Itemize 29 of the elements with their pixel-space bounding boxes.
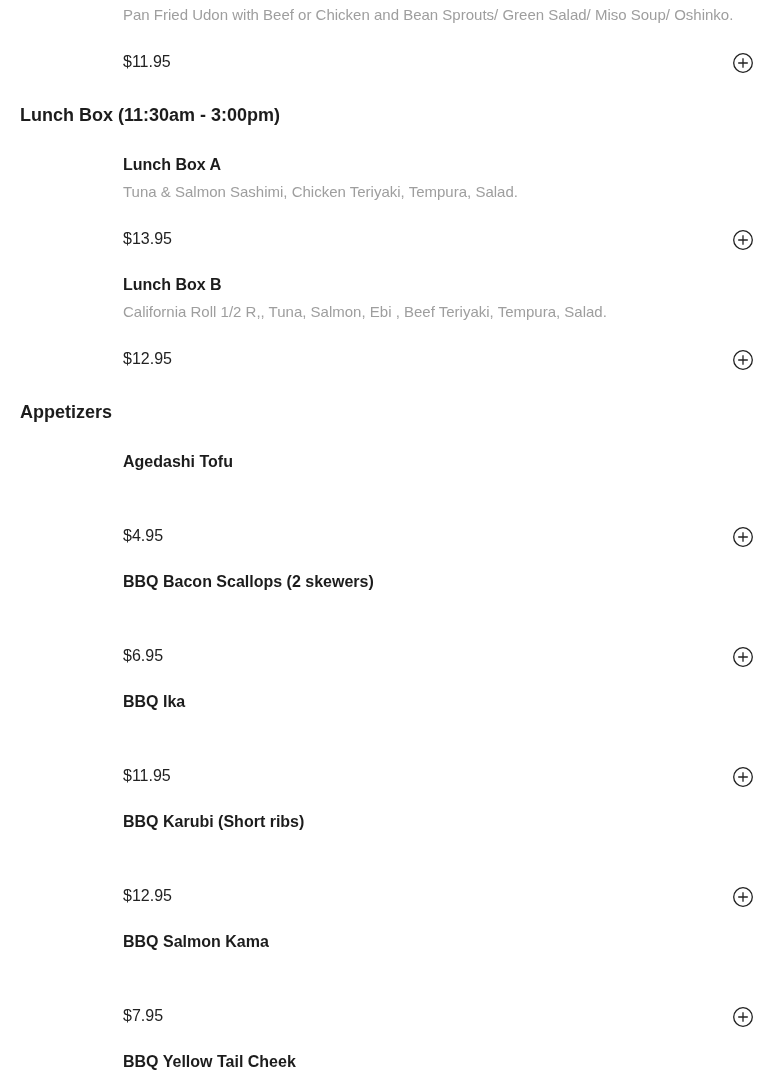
item-name: Agedashi Tofu [123, 452, 233, 472]
item-name: BBQ Karubi (Short ribs) [123, 812, 305, 832]
item-price: $7.95 [123, 1006, 164, 1026]
plus-circle-icon[interactable] [733, 230, 753, 250]
item-description: Tuna & Salmon Sashimi, Chicken Teriyaki, Tempura, Salad. [123, 182, 519, 202]
item-name: Lunch Box A [123, 155, 222, 175]
item-price: $13.95 [123, 229, 172, 249]
item-price: $6.95 [123, 646, 164, 666]
plus-circle-icon[interactable] [733, 767, 753, 787]
item-price: $12.95 [123, 349, 172, 369]
item-price: $12.95 [123, 886, 172, 906]
item-name: BBQ Salmon Kama [123, 932, 269, 952]
item-price: $11.95 [123, 766, 171, 786]
plus-circle-icon[interactable] [733, 350, 753, 370]
item-name: BBQ Yellow Tail Cheek [123, 1052, 296, 1072]
item-description: California Roll 1/2 R,, Tuna, Salmon, Ebi , Beef Teriyaki, Tempura, Salad. [123, 302, 608, 322]
plus-circle-icon[interactable] [733, 527, 753, 547]
item-price: $4.95 [123, 526, 164, 546]
item-name: Lunch Box B [123, 275, 222, 295]
plus-circle-icon[interactable] [733, 53, 753, 73]
item-name: BBQ Ika [123, 692, 186, 712]
item-description: Pan Fried Udon with Beef or Chicken and Bean Sprouts/ Green Salad/ Miso Soup/ Oshinko. [123, 5, 735, 25]
plus-circle-icon[interactable] [733, 647, 753, 667]
plus-circle-icon[interactable] [733, 887, 753, 907]
plus-circle-icon[interactable] [733, 1007, 753, 1027]
item-name: BBQ Bacon Scallops (2 skewers) [123, 572, 374, 592]
section-heading: Appetizers [20, 401, 114, 424]
section-heading: Lunch Box (11:30am - 3:00pm) [20, 104, 282, 127]
item-price: $11.95 [123, 52, 171, 72]
